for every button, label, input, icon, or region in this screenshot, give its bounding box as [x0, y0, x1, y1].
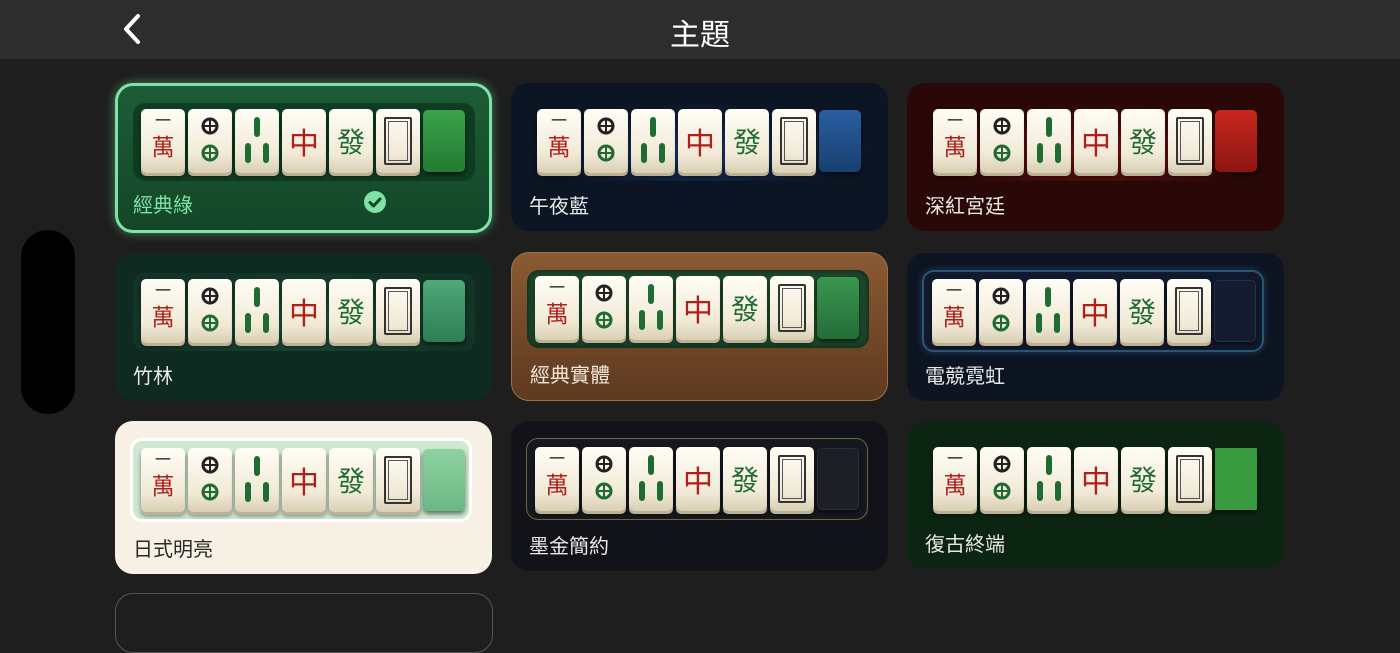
bamboo-tile [235, 109, 279, 173]
red-dragon-tile: 中 [676, 276, 720, 340]
red-dragon-tile: 中 [676, 447, 720, 511]
bamboo-tile [1027, 447, 1071, 511]
white-dragon-tile [1167, 279, 1211, 343]
check-icon [364, 191, 386, 213]
red-dragon-tile: 中 [282, 109, 326, 173]
bamboo-tile [235, 448, 279, 512]
dot-tile [188, 448, 232, 512]
wan-tile: 一萬 [535, 447, 579, 511]
dot-tile [188, 279, 232, 343]
tile-preview: 一萬 中 發 [526, 438, 868, 520]
theme-card-bamboo-forest[interactable]: 一萬 中 發 竹林 [115, 253, 492, 401]
white-dragon-tile [770, 447, 814, 511]
theme-name: 經典實體 [530, 363, 610, 387]
green-dragon-tile: 發 [329, 279, 373, 343]
red-dragon-tile: 中 [1074, 109, 1118, 173]
dot-tile [979, 279, 1023, 343]
theme-name: 復古終端 [925, 532, 1005, 556]
tile-preview: 一萬 中 發 [922, 270, 1264, 352]
white-dragon-tile [770, 276, 814, 340]
dot-tile [188, 109, 232, 173]
wan-tile: 一萬 [537, 109, 581, 173]
wan-tile: 一萬 [141, 448, 185, 512]
theme-card-esports-neon[interactable]: 一萬 中 發 電競霓虹 [907, 253, 1284, 401]
theme-name: 墨金簡約 [529, 534, 609, 558]
bamboo-tile [631, 109, 675, 173]
green-dragon-tile: 發 [329, 109, 373, 173]
theme-card-crimson-palace[interactable]: 一萬 中 發 深紅宮廷 [907, 83, 1284, 231]
theme-card-classic-physical[interactable]: 一萬 中 發 經典實體 [511, 252, 888, 401]
red-dragon-tile: 中 [282, 279, 326, 343]
theme-card-classic-green[interactable]: 一萬 中 發 經典綠 [115, 83, 492, 233]
theme-card-retro-terminal[interactable]: 一萬 中 發 復古終端 [907, 421, 1284, 569]
tile-preview: 一萬 中 發 [925, 103, 1267, 181]
white-dragon-tile [1168, 447, 1212, 511]
theme-card-midnight-blue[interactable]: 一萬 中 發 午夜藍 [511, 83, 888, 231]
white-dragon-tile [376, 448, 420, 512]
bamboo-tile [235, 279, 279, 343]
tile-preview: 一萬 中 發 [527, 270, 869, 348]
tile-back-swatch [1215, 448, 1257, 510]
dot-tile [980, 447, 1024, 511]
red-dragon-tile: 中 [282, 448, 326, 512]
white-dragon-tile [376, 109, 420, 173]
bamboo-tile [629, 447, 673, 511]
tile-back-swatch [423, 280, 465, 342]
green-dragon-tile: 發 [723, 276, 767, 340]
tile-preview: 一萬 中 發 [925, 441, 1267, 519]
green-dragon-tile: 發 [723, 447, 767, 511]
dot-tile [980, 109, 1024, 173]
tile-preview: 一萬 中 發 [133, 273, 475, 351]
white-dragon-tile [376, 279, 420, 343]
theme-card-partial[interactable] [115, 593, 493, 653]
tile-back-swatch [423, 110, 465, 172]
tile-preview: 一萬 中 發 [133, 103, 475, 181]
green-dragon-tile: 發 [725, 109, 769, 173]
white-dragon-tile [772, 109, 816, 173]
red-dragon-tile: 中 [1073, 279, 1117, 343]
white-dragon-tile [1168, 109, 1212, 173]
green-dragon-tile: 發 [1121, 447, 1165, 511]
theme-name: 深紅宮廷 [925, 194, 1005, 218]
tile-back-swatch [1214, 280, 1256, 342]
theme-name: 日式明亮 [133, 537, 213, 561]
side-handle[interactable] [21, 230, 75, 414]
page-title: 主題 [670, 18, 730, 53]
dot-tile [582, 276, 626, 340]
tile-back-swatch [1215, 110, 1257, 172]
theme-card-japanese-bright[interactable]: 一萬 中 發 日式明亮 [115, 421, 492, 574]
wan-tile: 一萬 [933, 447, 977, 511]
top-bar: 主題 [0, 0, 1400, 59]
theme-name: 午夜藍 [529, 194, 589, 218]
red-dragon-tile: 中 [678, 109, 722, 173]
wan-tile: 一萬 [141, 279, 185, 343]
wan-tile: 一萬 [932, 279, 976, 343]
theme-name: 電競霓虹 [925, 364, 1005, 388]
bamboo-tile [1026, 279, 1070, 343]
tile-back-swatch [817, 277, 859, 339]
theme-name: 竹林 [133, 364, 173, 388]
bamboo-tile [629, 276, 673, 340]
dot-tile [584, 109, 628, 173]
theme-card-ink-gold-minimal[interactable]: 一萬 中 發 墨金簡約 [511, 421, 888, 571]
dot-tile [582, 447, 626, 511]
bamboo-tile [1027, 109, 1071, 173]
wan-tile: 一萬 [141, 109, 185, 173]
tile-back-swatch [819, 110, 861, 172]
green-dragon-tile: 發 [329, 448, 373, 512]
green-dragon-tile: 發 [1121, 109, 1165, 173]
tile-preview: 一萬 中 發 [529, 103, 871, 181]
tile-back-swatch [817, 448, 859, 510]
green-dragon-tile: 發 [1120, 279, 1164, 343]
theme-name: 經典綠 [133, 193, 193, 217]
red-dragon-tile: 中 [1074, 447, 1118, 511]
tile-preview: 一萬 中 發 [130, 438, 472, 522]
tile-back-swatch [423, 449, 465, 511]
wan-tile: 一萬 [933, 109, 977, 173]
wan-tile: 一萬 [535, 276, 579, 340]
